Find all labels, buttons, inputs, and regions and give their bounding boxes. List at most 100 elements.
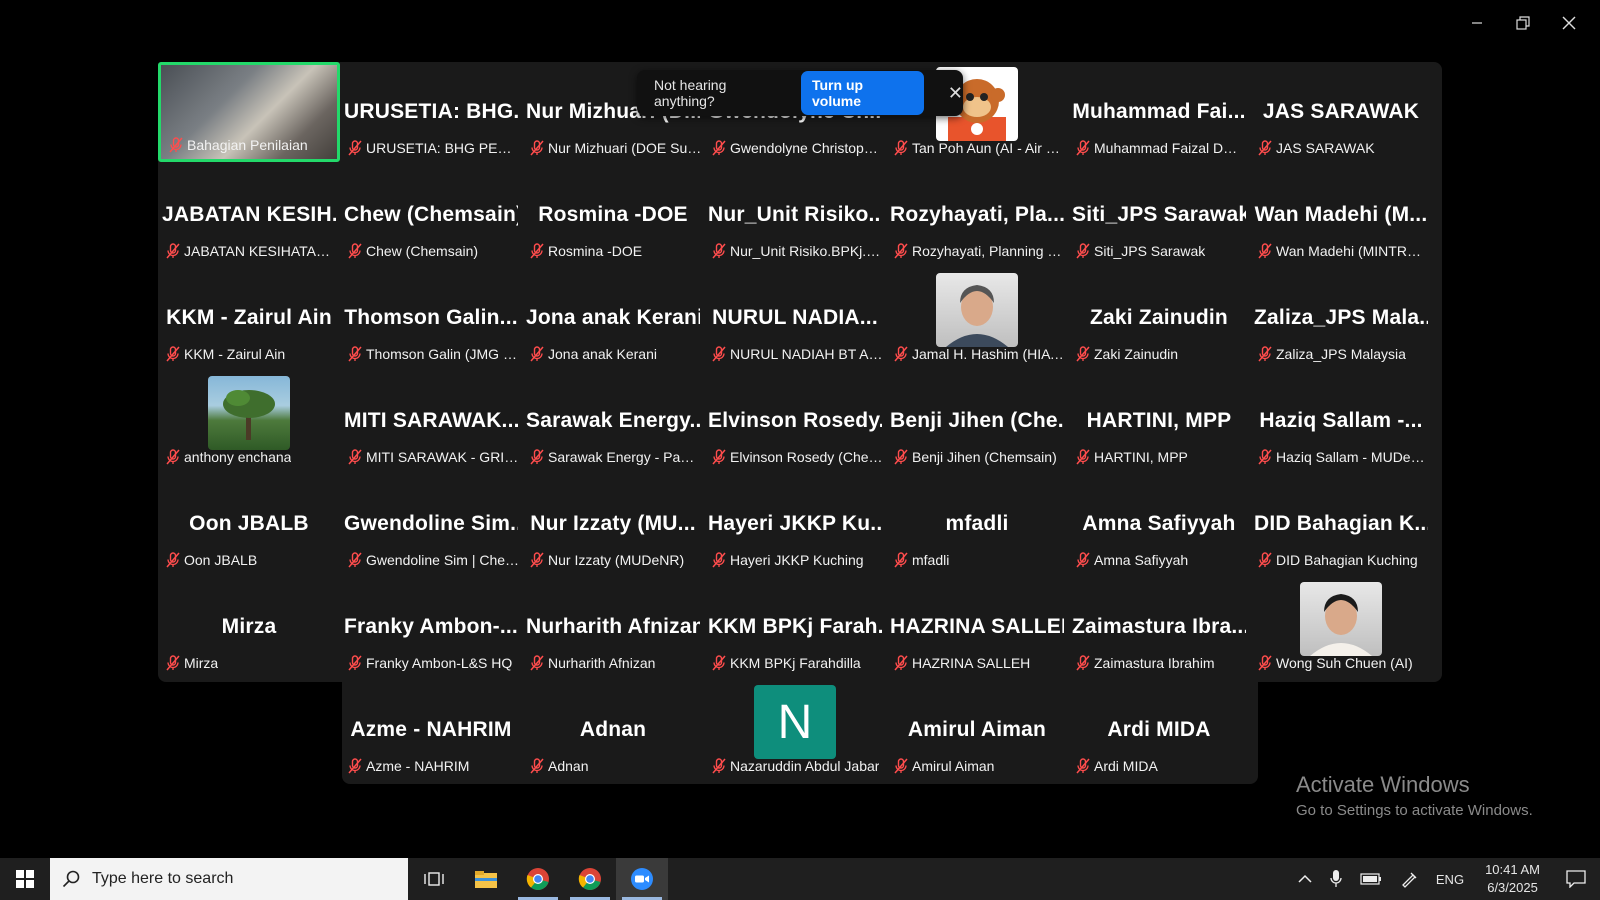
participant-tile[interactable]: Amirul Aiman Amirul Aiman — [886, 680, 1068, 780]
participant-display-name: Amirul Aiman — [907, 718, 1047, 741]
participant-tile[interactable]: KKM BPKj Farah... KKM BPKj Farahdilla — [704, 577, 886, 677]
notifications-button[interactable] — [1552, 858, 1600, 900]
participant-tile[interactable]: NURUL NADIA... NURUL NADIAH BT AHM... — [704, 268, 886, 368]
participant-name-label: Jona anak Kerani — [530, 346, 702, 362]
mic-muted-icon — [712, 243, 726, 259]
participant-tile[interactable]: Sarawak Energy... Sarawak Energy - Pang C… — [522, 371, 704, 471]
clock[interactable]: 10:41 AM 6/3/2025 — [1473, 858, 1552, 900]
minimize-button[interactable] — [1454, 8, 1500, 38]
mic-muted-icon — [348, 552, 362, 568]
participant-name: Adnan — [548, 758, 589, 774]
participant-display-name: DID Bahagian K... — [1254, 512, 1428, 535]
close-window-button[interactable] — [1546, 8, 1592, 38]
participant-tile[interactable]: Elvinson Rosedy... Elvinson Rosedy (Chems… — [704, 371, 886, 471]
participant-tile[interactable]: Zaimastura Ibra... Zaimastura Ibrahim — [1068, 577, 1250, 677]
chevron-up-icon — [1298, 874, 1312, 883]
turn-up-volume-button[interactable]: Turn up volume — [800, 71, 924, 115]
participant-tile[interactable]: Zaki Zainudin Zaki Zainudin — [1068, 268, 1250, 368]
profile-photo-icon — [1310, 594, 1372, 656]
participant-tile[interactable]: Franky Ambon-... Franky Ambon-L&S HQ — [340, 577, 522, 677]
zoom-button[interactable] — [616, 858, 668, 900]
participant-tile[interactable]: MITI SARAWAK... MITI SARAWAK - GRIFFITH — [340, 371, 522, 471]
participant-tile[interactable]: anthony enchana — [158, 371, 340, 471]
participant-tile[interactable]: Amna Safiyyah Amna Safiyyah — [1068, 474, 1250, 574]
participant-name-label: Wong Suh Chuen (AI) — [1258, 655, 1430, 671]
participant-avatar — [1300, 582, 1382, 656]
restore-button[interactable] — [1500, 8, 1546, 38]
participant-name-label: Haziq Sallam - MUDeNR — [1258, 449, 1430, 465]
participant-tile[interactable]: URUSETIA: BHG... URUSETIA: BHG PENILAIA..… — [340, 62, 522, 162]
participant-name: Elvinson Rosedy (Chemsa... — [730, 449, 884, 465]
taskbar-search-box[interactable]: Type here to search — [50, 858, 408, 900]
chrome-profile-button[interactable] — [564, 858, 616, 900]
task-view-button[interactable] — [408, 858, 460, 900]
participant-tile[interactable]: Haziq Sallam -... Haziq Sallam - MUDeNR — [1250, 371, 1432, 471]
participant-tile[interactable]: Wong Suh Chuen (AI) — [1250, 577, 1432, 677]
participant-name-label: Nur Izzaty (MUDeNR) — [530, 552, 702, 568]
participant-tile[interactable]: N Nazaruddin Abdul Jabar — [704, 680, 886, 780]
participant-name-label: Adnan — [530, 758, 702, 774]
participant-tile[interactable]: HARTINI, MPP HARTINI, MPP — [1068, 371, 1250, 471]
file-explorer-button[interactable] — [460, 858, 512, 900]
clock-time: 10:41 AM — [1485, 862, 1540, 877]
mic-muted-icon — [894, 243, 908, 259]
participant-tile[interactable]: mfadli mfadli — [886, 474, 1068, 574]
participant-tile[interactable]: Nur_Unit Risiko.... Nur_Unit Risiko.BPKj.… — [704, 165, 886, 265]
participant-tile[interactable]: Rozyhayati, Pla... Rozyhayati, Planning J… — [886, 165, 1068, 265]
audio-toast: Not hearing anything? Turn up volume ✕ — [637, 70, 963, 116]
participant-tile[interactable]: Thomson Galin... Thomson Galin (JMG SWK) — [340, 268, 522, 368]
participant-tile[interactable]: Chew (Chemsain) Chew (Chemsain) — [340, 165, 522, 265]
participant-tile[interactable]: HAZRINA SALLEH HAZRINA SALLEH — [886, 577, 1068, 677]
participant-tile[interactable]: Oon JBALB Oon JBALB — [158, 474, 340, 574]
participant-tile[interactable]: Azme - NAHRIM Azme - NAHRIM — [340, 680, 522, 780]
participant-tile[interactable]: Zaliza_JPS Mala... Zaliza_JPS Malaysia — [1250, 268, 1432, 368]
participant-display-name: Haziq Sallam -... — [1259, 409, 1423, 432]
participant-display-name: Benji Jihen (Che... — [890, 409, 1064, 432]
toast-close-icon[interactable]: ✕ — [948, 83, 963, 104]
participant-tile[interactable]: KKM - Zairul Ain KKM - Zairul Ain — [158, 268, 340, 368]
mic-muted-icon — [1258, 552, 1272, 568]
participant-tile[interactable]: Jona anak Kerani Jona anak Kerani — [522, 268, 704, 368]
participant-tile[interactable]: Jamal H. Hashim (HIA Co... — [886, 268, 1068, 368]
battery-tray-button[interactable] — [1351, 858, 1391, 900]
participant-tile[interactable]: Adnan Adnan — [522, 680, 704, 780]
participant-tile[interactable]: Muhammad Fai... Muhammad Faizal DOSH — [1068, 62, 1250, 162]
participant-tile[interactable]: DID Bahagian K... DID Bahagian Kuching — [1250, 474, 1432, 574]
participant-tile[interactable]: Ardi MIDA Ardi MIDA — [1068, 680, 1250, 780]
participant-tile[interactable]: Bahagian Penilaian — [158, 62, 340, 162]
participant-tile[interactable]: Hayeri JKKP Ku... Hayeri JKKP Kuching — [704, 474, 886, 574]
microphone-icon — [1330, 870, 1342, 887]
participant-tile[interactable]: Wan Madehi (M... Wan Madehi (MINTRED S... — [1250, 165, 1432, 265]
participant-name: Haziq Sallam - MUDeNR — [1276, 449, 1430, 465]
participant-name: Zaimastura Ibrahim — [1094, 655, 1215, 671]
participant-tile[interactable]: Gwendoline Sim... Gwendoline Sim | Chems.… — [340, 474, 522, 574]
start-button[interactable] — [0, 858, 50, 900]
language-indicator[interactable]: ENG — [1427, 858, 1473, 900]
participant-name-label: NURUL NADIAH BT AHM... — [712, 346, 884, 362]
participant-display-name: Muhammad Fai... — [1072, 100, 1246, 123]
participant-display-name: Rozyhayati, Pla... — [890, 203, 1064, 226]
participant-name: NURUL NADIAH BT AHM... — [730, 346, 884, 362]
participant-tile[interactable]: JABATAN KESIH... JABATAN KESIHATAN NE... — [158, 165, 340, 265]
pen-tray-button[interactable] — [1391, 858, 1427, 900]
task-view-icon — [424, 872, 444, 886]
mic-muted-icon — [894, 552, 908, 568]
participant-name-label: Zaliza_JPS Malaysia — [1258, 346, 1430, 362]
participant-name-label: HAZRINA SALLEH — [894, 655, 1066, 671]
participant-tile[interactable]: Rosmina -DOE Rosmina -DOE — [522, 165, 704, 265]
participant-tile[interactable]: Siti_JPS Sarawak Siti_JPS Sarawak — [1068, 165, 1250, 265]
participant-tile[interactable]: Benji Jihen (Che... Benji Jihen (Chemsain… — [886, 371, 1068, 471]
mic-muted-icon — [1258, 346, 1272, 362]
microphone-tray-button[interactable] — [1321, 858, 1351, 900]
mic-muted-icon — [894, 140, 908, 156]
participant-name: Rosmina -DOE — [548, 243, 643, 259]
show-hidden-icons-button[interactable] — [1289, 858, 1321, 900]
participant-tile[interactable]: Mirza Mirza — [158, 577, 340, 677]
participant-display-name: Zaliza_JPS Mala... — [1254, 306, 1428, 329]
participant-tile[interactable]: Nurharith Afnizan Nurharith Afnizan — [522, 577, 704, 677]
participant-tile[interactable]: JAS SARAWAK JAS SARAWAK — [1250, 62, 1432, 162]
chrome-button[interactable] — [512, 858, 564, 900]
participant-name: HAZRINA SALLEH — [912, 655, 1031, 671]
participant-name-label: Nur_Unit Risiko.BPKj.KKM — [712, 243, 884, 259]
participant-tile[interactable]: Nur Izzaty (MU... Nur Izzaty (MUDeNR) — [522, 474, 704, 574]
